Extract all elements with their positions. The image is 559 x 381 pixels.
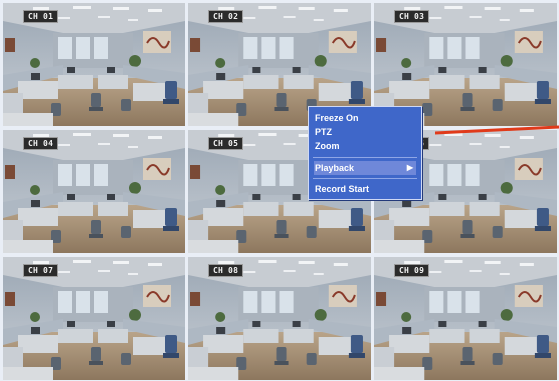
menu-item-label: Playback [315,163,355,173]
menu-item-zoom[interactable]: Zoom [314,139,416,153]
submenu-arrow-icon: ▶ [406,163,413,172]
camera-tile-ch08[interactable]: CH 08 [188,257,371,380]
channel-label: CH 03 [394,10,430,23]
camera-tile-ch01[interactable]: CH 01 [3,3,185,126]
channel-label: CH 02 [208,10,244,23]
channel-label: CH 05 [208,137,244,150]
camera-tile-ch09[interactable]: CH 09 [374,257,557,380]
menu-item-ptz[interactable]: PTZ [314,125,416,139]
menu-item-record-start[interactable]: Record Start [314,182,416,196]
channel-label: CH 01 [23,10,59,23]
menu-separator [313,178,417,179]
menu-item-freeze-on[interactable]: Freeze On [314,111,416,125]
channel-label: CH 04 [23,137,59,150]
context-menu: Freeze On PTZ Zoom Playback ▶ Record Sta… [308,106,422,200]
channel-label: CH 08 [208,264,244,277]
camera-grid: CH 01 CH 02 CH 03 CH 04 CH 05 CH 06 CH 0… [3,3,558,380]
menu-item-playback[interactable]: Playback ▶ [314,161,416,175]
channel-label: CH 09 [394,264,430,277]
camera-tile-ch04[interactable]: CH 04 [3,130,185,253]
channel-label: CH 07 [23,264,59,277]
camera-tile-ch07[interactable]: CH 07 [3,257,185,380]
menu-separator [313,157,417,158]
